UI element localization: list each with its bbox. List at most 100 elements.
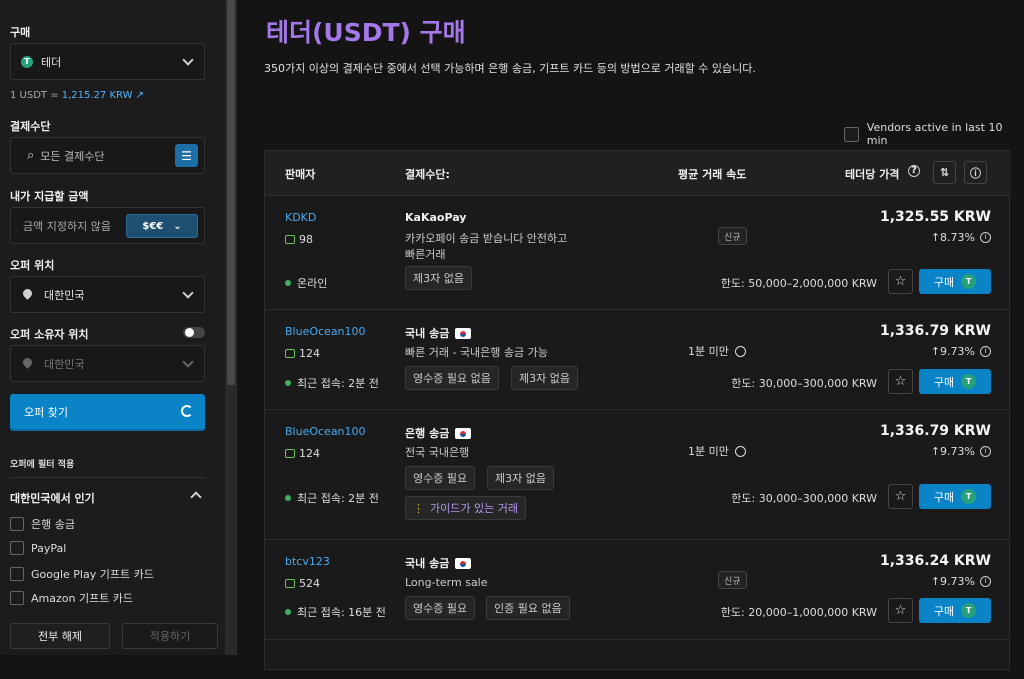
- favorite-star-button[interactable]: ☆: [888, 269, 913, 294]
- favorite-star-button[interactable]: ☆: [888, 484, 913, 509]
- amount-placeholder: 금액 지정하지 않음: [23, 219, 111, 233]
- table-row: KDKD 98 온라인 KaKaoPay 카카오페이 송금 받습니다 안전하고 …: [265, 195, 1011, 309]
- offer-price: 1,325.55 KRW: [879, 209, 991, 225]
- offer-tag: 영수증 필요: [405, 466, 476, 490]
- checkbox[interactable]: [10, 567, 24, 581]
- favorite-star-button[interactable]: ☆: [888, 598, 913, 623]
- owner-location-value: 대한민국: [44, 357, 85, 371]
- header-speed: 평균 거래 속도: [678, 168, 747, 181]
- list-icon[interactable]: ☰: [175, 144, 198, 167]
- header-seller: 판매자: [285, 168, 316, 181]
- seller-feedback: 524: [285, 577, 320, 590]
- thumbs-up-icon: [285, 349, 295, 358]
- status-text: 온라인: [297, 277, 328, 290]
- offer-description: Long-term sale: [405, 576, 488, 589]
- apply-button[interactable]: 적용하기: [122, 623, 218, 649]
- korea-flag-icon: [455, 557, 472, 569]
- checkbox[interactable]: [844, 126, 859, 142]
- tether-icon: T: [961, 374, 977, 389]
- filter-checkbox-amazon[interactable]: Amazon 기프트 카드: [10, 590, 133, 606]
- seller-feedback: 98: [285, 233, 313, 246]
- timer-icon: [734, 445, 746, 457]
- filter-checkbox-googleplay[interactable]: Google Play 기프트 카드: [10, 566, 154, 582]
- vendors-active-filter[interactable]: Vendors active in last 10 min: [844, 121, 1024, 147]
- margin-value: 9.73%: [940, 575, 975, 588]
- location-pin-icon: [23, 358, 32, 370]
- filter-checkbox-bank[interactable]: 은행 송금: [10, 516, 75, 532]
- buy-button[interactable]: 구매 T: [919, 269, 991, 294]
- payment-method-name: 국내 송금: [405, 325, 472, 341]
- offer-tag: 제3자 없음: [487, 466, 554, 490]
- info-icon[interactable]: i: [980, 576, 991, 587]
- method-label: 은행 송금: [405, 427, 450, 440]
- chevron-up-icon[interactable]: [190, 491, 202, 503]
- owner-location-select: 대한민국: [10, 345, 205, 382]
- owner-location-toggle[interactable]: [183, 327, 205, 338]
- checkbox[interactable]: [10, 517, 24, 531]
- scrollbar-thumb[interactable]: [227, 0, 235, 385]
- arrow-up-icon: ↑: [930, 231, 941, 244]
- find-offers-button[interactable]: 오퍼 찾기: [10, 394, 205, 431]
- korea-flag-icon: [455, 427, 472, 439]
- new-badge: 신규: [718, 227, 747, 245]
- offer-tag: 영수증 필요 없음: [405, 366, 499, 390]
- help-icon[interactable]: ?: [908, 165, 920, 177]
- offer-tag: 영수증 필요: [405, 596, 476, 620]
- table-header: 판매자 결제수단: 평균 거래 속도 테더당 가격 ? ⇅ ⓘ: [265, 151, 1011, 195]
- seller-link[interactable]: BlueOcean100: [285, 425, 366, 438]
- coin-select-value: 테더: [41, 55, 62, 69]
- info-button[interactable]: ⓘ: [964, 161, 987, 184]
- status-text: 최근 접속: 2분 전: [297, 377, 379, 390]
- rate-prefix: 1 USDT =: [10, 90, 62, 101]
- buy-button[interactable]: 구매 T: [919, 484, 991, 509]
- price-margin: ↑ 9.73% i: [931, 345, 991, 358]
- payment-method-name: 국내 송금: [405, 555, 472, 571]
- checkbox[interactable]: [10, 591, 24, 605]
- sort-button[interactable]: ⇅: [933, 161, 956, 184]
- trend-up-icon: ↗: [135, 90, 145, 101]
- buy-button[interactable]: 구매 T: [919, 369, 991, 394]
- table-row: BlueOcean100 124 최근 접속: 2분 전 국내 송금 빠른 거래…: [265, 309, 1011, 409]
- payment-method-placeholder: 모든 결제수단: [40, 149, 105, 163]
- find-offers-label: 오퍼 찾기: [24, 405, 68, 419]
- thumbs-up-icon: [285, 579, 295, 588]
- exchange-rate: 1 USDT = 1,215.27 KRW ↗: [10, 90, 144, 101]
- method-label: 국내 송금: [405, 557, 450, 570]
- currency-select[interactable]: $€€ ⌄: [126, 214, 198, 238]
- offer-price: 1,336.79 KRW: [879, 423, 991, 439]
- seller-link[interactable]: btcv123: [285, 555, 330, 568]
- filter-label: 오퍼에 필터 적용: [10, 460, 75, 470]
- payment-method-search[interactable]: ⌕ 모든 결제수단 ☰: [10, 137, 205, 174]
- rate-value: 1,215.27 KRW: [61, 90, 133, 101]
- likes-count: 124: [299, 347, 320, 360]
- vendors-active-label: Vendors active in last 10 min: [866, 121, 1003, 147]
- info-icon[interactable]: i: [980, 446, 991, 457]
- payment-method-name: KaKaoPay: [405, 211, 466, 224]
- seller-feedback: 124: [285, 347, 320, 360]
- tether-icon: T: [961, 603, 977, 618]
- online-dot-icon: [285, 380, 291, 386]
- favorite-star-button[interactable]: ☆: [888, 369, 913, 394]
- seller-link[interactable]: BlueOcean100: [285, 325, 366, 338]
- table-row: [265, 639, 1011, 679]
- method-label: 국내 송금: [405, 327, 450, 340]
- offers-table: 판매자 결제수단: 평균 거래 속도 테더당 가격 ? ⇅ ⓘ KDKD 98 …: [264, 150, 1011, 670]
- info-icon[interactable]: i: [980, 346, 991, 357]
- price-margin: ↑ 9.73% i: [931, 445, 991, 458]
- location-pin-icon: [23, 289, 32, 301]
- checkbox[interactable]: [10, 541, 24, 555]
- buy-button[interactable]: 구매 T: [919, 598, 991, 623]
- buy-label: 구매: [933, 375, 955, 389]
- filter-checkbox-paypal[interactable]: PayPal: [10, 541, 66, 555]
- location-label: 오퍼 위치: [10, 259, 55, 272]
- amount-input[interactable]: 금액 지정하지 않음 $€€ ⌄: [10, 207, 205, 244]
- buy-label: 구매: [933, 604, 955, 618]
- info-icon[interactable]: i: [980, 232, 991, 243]
- sidebar-scrollbar[interactable]: [225, 0, 237, 655]
- location-select[interactable]: 대한민국: [10, 276, 205, 313]
- clear-all-button[interactable]: 전부 해제: [10, 623, 110, 649]
- location-value: 대한민국: [44, 288, 85, 302]
- seller-link[interactable]: KDKD: [285, 211, 316, 224]
- coin-select[interactable]: T 테더: [10, 43, 205, 80]
- margin-value: 9.73%: [940, 345, 975, 358]
